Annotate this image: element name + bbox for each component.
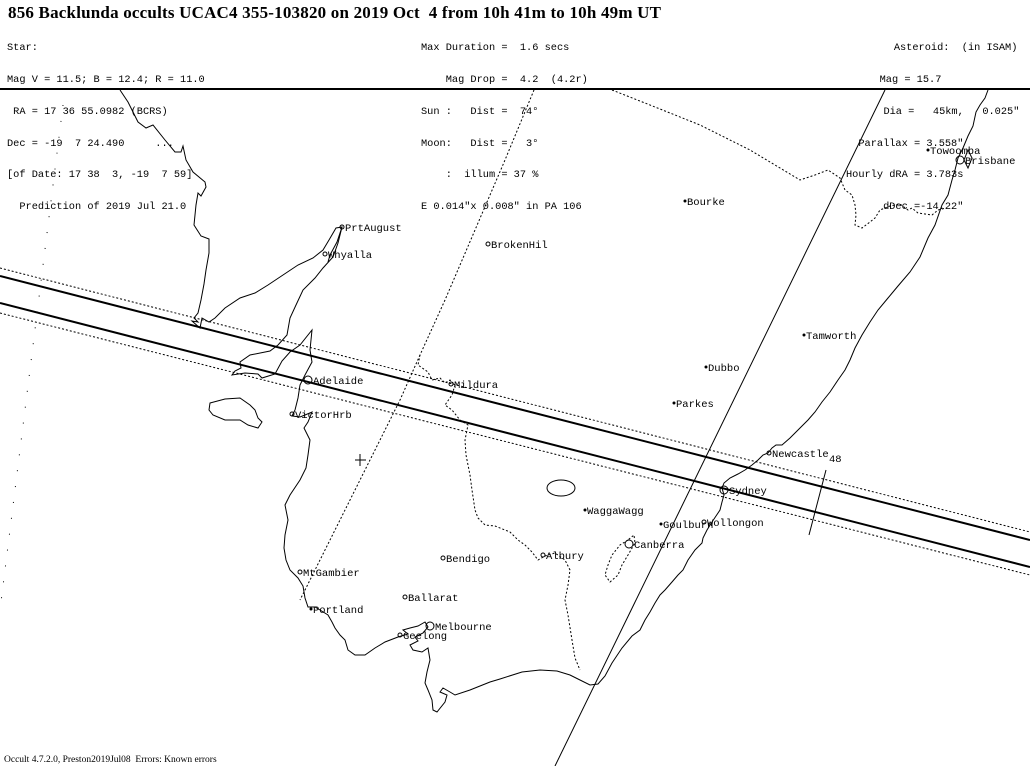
city-albury: Albury	[540, 551, 584, 563]
time-tick-marker	[808, 469, 827, 536]
city-parkes: Parkes	[672, 399, 714, 411]
city-label: Bendigo	[446, 554, 490, 566]
city-marker-icon	[540, 552, 546, 558]
footer-version-info: Occult 4.7.2.0, Preston2019Jul08 Errors:…	[4, 755, 217, 765]
city-marker-icon	[485, 241, 491, 247]
city-label: BrokenHil	[491, 240, 548, 252]
path-limit-outer-north	[0, 267, 1030, 533]
city-newcastle: Newcastle	[766, 449, 829, 461]
city-marker-icon	[683, 199, 687, 203]
city-geelong: Geelong	[397, 631, 447, 643]
city-brisbane: Brisbane	[955, 155, 1015, 168]
city-wollongon: Wollongon	[701, 518, 764, 530]
city-marker-icon	[659, 522, 663, 526]
city-labels: PrtAugustWhyallaBrokenHilBourkeTowoombaB…	[289, 146, 1015, 643]
coastline-victoria	[319, 89, 989, 713]
border-nsw-qld	[611, 89, 947, 229]
city-marker-icon	[440, 555, 446, 561]
city-label: VictorHrb	[295, 410, 352, 422]
city-label: Parkes	[676, 399, 714, 411]
city-whyalla: Whyalla	[322, 250, 372, 262]
lake	[546, 479, 576, 497]
city-marker-icon	[624, 539, 634, 549]
city-marker-icon	[926, 148, 930, 152]
city-label: Bourke	[687, 197, 725, 209]
city-label: Mildura	[454, 380, 498, 392]
twilight-limit-line	[554, 89, 886, 766]
city-victorhrb: VictorHrb	[289, 410, 352, 422]
path-limit-outer-south	[0, 312, 1030, 576]
city-label: Portland	[313, 605, 363, 617]
city-label: Newcastle	[772, 449, 829, 461]
city-marker-icon	[402, 594, 408, 600]
city-marker-icon	[297, 569, 303, 575]
city-label: Dubbo	[708, 363, 740, 375]
city-mtgambier: MtGambier	[297, 568, 360, 580]
city-bendigo: Bendigo	[440, 554, 490, 566]
city-label: Albury	[546, 551, 584, 563]
graticule-line	[0, 104, 64, 611]
occultation-map: 48 PrtAugustWhyallaBrokenHilBourkeTowoom…	[0, 89, 1030, 766]
city-marker-icon	[704, 365, 708, 369]
city-dubbo: Dubbo	[704, 363, 740, 375]
city-marker-icon	[583, 508, 587, 512]
city-brokenhil: BrokenHil	[485, 240, 548, 252]
city-label: Whyalla	[328, 250, 372, 262]
border-sa-vic	[299, 354, 421, 601]
city-tamworth: Tamworth	[802, 331, 856, 343]
city-marker-icon	[309, 607, 313, 611]
city-marker-icon	[802, 333, 806, 337]
city-prtaugust: PrtAugust	[339, 223, 402, 235]
city-waggawagg: WaggaWagg	[583, 506, 644, 518]
city-marker-icon	[322, 251, 328, 257]
coastline-adelaide	[283, 409, 321, 611]
city-sydney: Sydney	[719, 485, 767, 498]
city-canberra: Canberra	[624, 539, 684, 552]
time-tick-label: 48	[829, 454, 842, 466]
kangaroo-island	[208, 397, 263, 429]
shadow-path-south-limit	[0, 302, 1030, 568]
city-mildura: Mildura	[448, 380, 498, 392]
city-label: PrtAugust	[345, 223, 402, 235]
city-label: Canberra	[634, 540, 684, 552]
city-label: Wollongon	[707, 518, 764, 530]
city-adelaide: Adelaide	[303, 375, 363, 388]
city-ballarat: Ballarat	[402, 593, 458, 605]
city-label: Tamworth	[806, 331, 856, 343]
border-act	[604, 534, 636, 583]
city-goulburn: Goulburn	[659, 520, 713, 532]
city-label: Sydney	[729, 486, 767, 498]
city-label: Geelong	[403, 631, 447, 643]
city-label: Adelaide	[313, 376, 363, 388]
border-sa-nsw-vic	[417, 89, 581, 671]
city-label: Ballarat	[408, 593, 458, 605]
coastline-eyre-peninsula	[119, 89, 343, 329]
shadow-path-north-limit	[0, 275, 1030, 541]
cross-marker	[355, 454, 366, 466]
city-bourke: Bourke	[683, 197, 725, 209]
city-portland: Portland	[309, 605, 363, 617]
city-label: WaggaWagg	[587, 506, 644, 518]
city-marker-icon	[672, 401, 676, 405]
city-label: MtGambier	[303, 568, 360, 580]
city-label: Brisbane	[965, 156, 1015, 168]
